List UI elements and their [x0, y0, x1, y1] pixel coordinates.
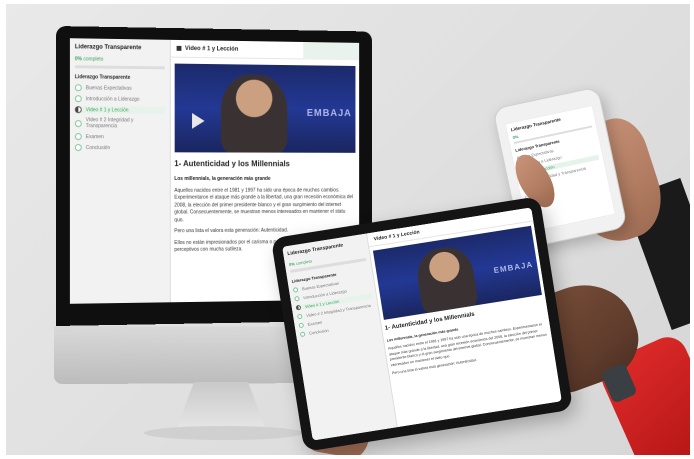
product-photo-scene: Liderazgo Transparente 0% completo Lider…: [6, 4, 690, 455]
course-title: Liderazgo Transparente: [74, 44, 142, 52]
lesson-item[interactable]: Video # 2 Integridad y Transparencia: [74, 117, 165, 129]
status-icon: [74, 84, 82, 92]
lesson-item-active[interactable]: Video # 1 y Lección: [74, 106, 165, 114]
status-icon: [74, 133, 82, 141]
progress-label: completo: [295, 258, 313, 266]
lesson-item[interactable]: Buenas Expectativas: [74, 84, 165, 92]
status-icon: [74, 106, 82, 114]
status-icon: [296, 313, 303, 320]
video-brand: EMBAJA: [493, 259, 534, 276]
tablet-main: Video # 1 y Lección EMBAJA 1- Autenticid…: [366, 207, 562, 428]
lesson-item[interactable]: Examen: [74, 133, 165, 141]
progress-value: 0%: [288, 261, 296, 268]
article-title: 1- Autenticidad y los Millennials: [174, 159, 290, 169]
desktop-stand: [176, 382, 266, 430]
lesson-item[interactable]: Conclusión: [74, 144, 165, 152]
status-icon: [74, 119, 82, 127]
status-icon: [298, 322, 305, 329]
tablet: Liderazgo Transparente 0% completo Lider…: [270, 196, 574, 452]
desktop-stand-base: [144, 426, 304, 440]
status-icon: [74, 144, 82, 152]
topbar-accent: [303, 41, 360, 61]
progress-bar: [74, 65, 165, 70]
presenter-figure: [413, 243, 479, 316]
lesson-item[interactable]: Introducción a Liderazgo: [74, 95, 165, 103]
status-icon: [292, 286, 299, 293]
tablet-lms-ui: Liderazgo Transparente 0% completo Lider…: [282, 207, 562, 441]
presenter-figure: [220, 73, 287, 153]
status-icon: [294, 295, 300, 302]
tablet-screen: Liderazgo Transparente 0% completo Lider…: [282, 207, 562, 441]
lesson-topbar: Video # 1 y Lección: [170, 39, 360, 61]
progress-value: 0%: [74, 56, 83, 63]
video-brand: EMBAJA: [306, 108, 352, 120]
status-icon: [74, 95, 82, 103]
status-icon: [295, 304, 302, 311]
progress-label: completo: [83, 56, 104, 63]
status-icon: [299, 331, 306, 338]
desktop-sidebar: Liderazgo Transparente 0% completo Lider…: [69, 38, 171, 304]
article-paragraph: Aquellos nacidos entre el 1981 y 1997 ha…: [174, 187, 354, 223]
lesson-heading: Video # 1 y Lección: [184, 45, 239, 53]
lesson-icon: [176, 45, 182, 51]
progress-row: 0% completo: [75, 56, 165, 63]
video-player[interactable]: EMBAJA: [174, 63, 356, 153]
section-label: Liderazgo Transparente: [74, 74, 131, 81]
play-icon[interactable]: [191, 113, 205, 129]
lesson-heading: Video # 1 y Lección: [373, 228, 421, 242]
article-subtitle: Los millennials, la generación más grand…: [174, 176, 271, 182]
